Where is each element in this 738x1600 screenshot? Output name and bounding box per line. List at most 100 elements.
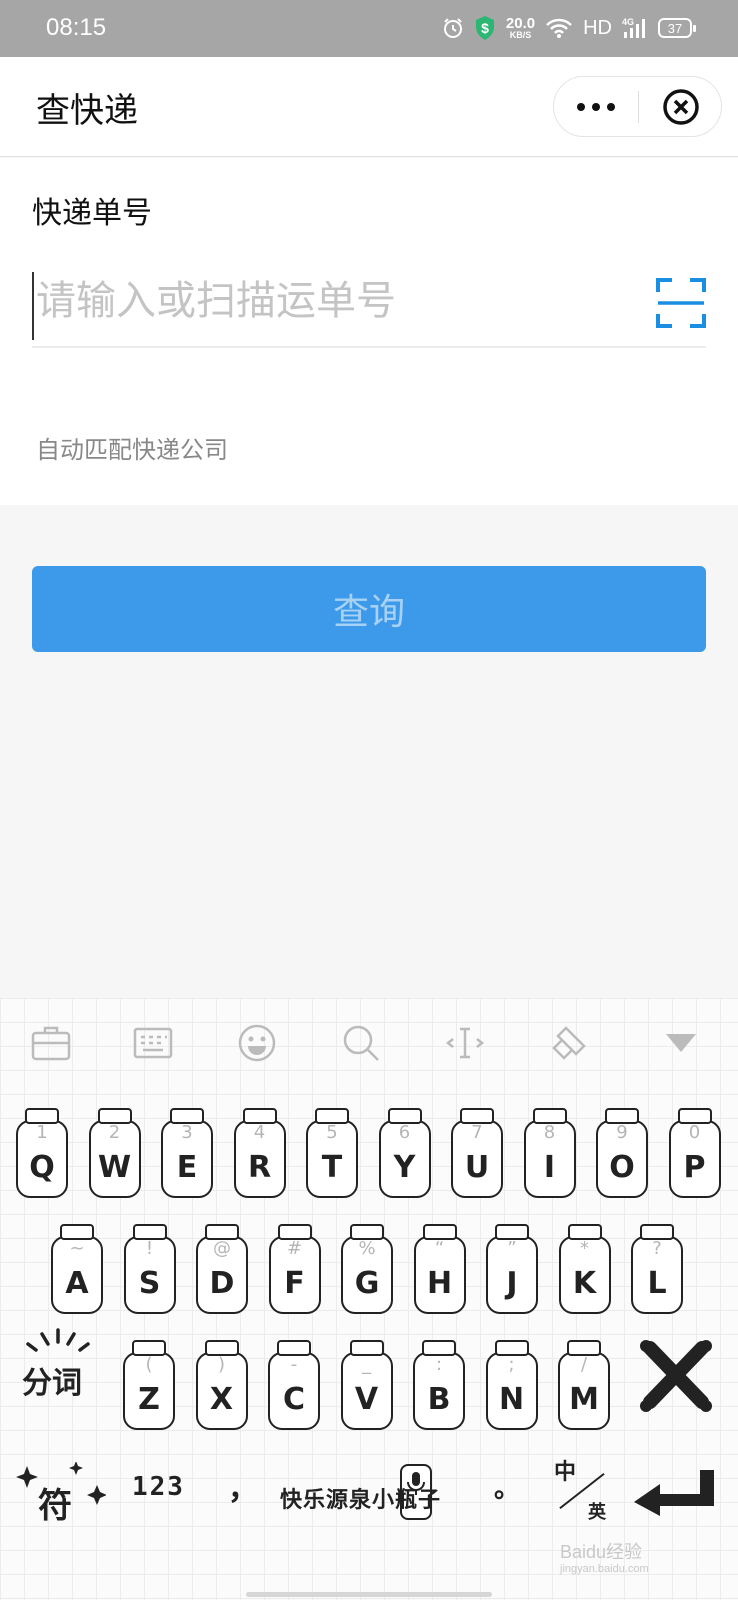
key-s[interactable]: ! S	[123, 1224, 176, 1314]
key-letter: E	[176, 1150, 198, 1185]
key-l[interactable]: ? L	[631, 1224, 683, 1314]
key-c[interactable]: -C	[268, 1340, 320, 1430]
key-t[interactable]: 5T	[306, 1108, 358, 1198]
tracking-number-label: 快递单号	[32, 196, 152, 231]
key-secondary-symbol: 6	[398, 1122, 411, 1143]
key-g[interactable]: % G	[341, 1224, 393, 1314]
key-secondary-symbol: (	[145, 1354, 153, 1375]
key-secondary-symbol: -	[290, 1354, 298, 1375]
key-secondary-symbol: /	[580, 1354, 588, 1375]
key-f[interactable]: # F	[268, 1224, 321, 1314]
close-circle-icon	[663, 88, 699, 125]
triangle-down-icon	[666, 1034, 696, 1052]
search-icon	[343, 1025, 379, 1061]
more-button[interactable]	[554, 77, 638, 136]
comma-key[interactable]: ，	[228, 1464, 258, 1508]
status-bar: 08:15 $ 20.0 KB/S HD 4G 37	[0, 0, 738, 57]
key-j[interactable]: ” J	[486, 1224, 538, 1314]
key-letter: T	[321, 1150, 343, 1185]
battery-indicator: 37	[658, 18, 696, 38]
tracking-number-input[interactable]	[36, 258, 636, 344]
key-x[interactable]: ) X	[195, 1340, 248, 1430]
cursor-icon	[445, 1027, 485, 1059]
period-key[interactable]: 。	[494, 1468, 520, 1505]
space-key[interactable]: 快乐源泉小瓶子	[276, 1458, 456, 1534]
net-speed: 20.0 KB/S	[505, 15, 536, 40]
key-secondary-symbol: “	[434, 1238, 445, 1259]
key-u[interactable]: 7U	[451, 1108, 503, 1198]
close-button[interactable]	[639, 77, 723, 136]
text-caret	[32, 272, 34, 340]
enter-key[interactable]	[630, 1464, 720, 1518]
key-k[interactable]: * K	[558, 1224, 611, 1314]
cursor-move-button[interactable]	[440, 1018, 490, 1068]
page-title: 查快递	[36, 91, 138, 131]
key-b[interactable]: :B	[413, 1340, 465, 1430]
keyboard-icon	[133, 1027, 173, 1059]
key-i[interactable]: 8I	[523, 1108, 576, 1198]
scan-button[interactable]	[656, 278, 706, 328]
key-secondary-symbol: *	[580, 1238, 589, 1259]
symbols-label: 符	[38, 1486, 72, 1526]
language-switch-key[interactable]: 中 英	[548, 1448, 618, 1538]
key-letter: O	[609, 1150, 635, 1185]
soft-keyboard: 1Q2W3E4R5T6Y7U8I9O0P ~ A! S @ D # F% G “H” J * K? L …	[0, 998, 738, 1600]
clock: 08:15	[46, 14, 107, 41]
key-e[interactable]: 3E	[161, 1108, 213, 1198]
key-secondary-symbol: 7	[471, 1122, 483, 1143]
key-letter: Y	[393, 1150, 416, 1185]
key-q[interactable]: 1Q	[16, 1108, 68, 1198]
toolbox-button[interactable]	[26, 1018, 76, 1068]
hide-keyboard-button[interactable]	[656, 1018, 706, 1068]
auto-match-hint: 自动匹配快递公司	[36, 436, 228, 464]
hd-indicator: HD	[583, 16, 612, 39]
key-letter: W	[97, 1150, 132, 1185]
key-secondary-symbol: 1	[36, 1122, 48, 1143]
key-secondary-symbol: @	[213, 1238, 231, 1259]
numbers-key[interactable]: 123	[132, 1472, 185, 1502]
search-button[interactable]	[336, 1018, 386, 1068]
query-button[interactable]: 查询	[32, 566, 706, 652]
smiley-icon	[238, 1024, 276, 1062]
key-letter: R	[247, 1150, 272, 1185]
key-m[interactable]: / M	[558, 1340, 610, 1430]
key-letter: V	[354, 1382, 379, 1417]
keyboard-layout-button[interactable]	[128, 1018, 178, 1068]
key-secondary-symbol: #	[286, 1238, 303, 1259]
key-letter: N	[498, 1382, 525, 1417]
key-r[interactable]: 4R	[233, 1108, 286, 1198]
svg-text:$: $	[481, 20, 489, 36]
key-letter: I	[543, 1150, 556, 1185]
key-letter: M	[569, 1382, 599, 1417]
key-n[interactable]: ; N	[485, 1340, 538, 1430]
key-letter: Z	[138, 1382, 160, 1417]
key-d[interactable]: @ D	[196, 1224, 248, 1314]
key-a[interactable]: ~ A	[51, 1224, 103, 1314]
space-key-label: 快乐源泉小瓶子	[280, 1488, 442, 1513]
security-shield-icon: $	[474, 14, 496, 42]
key-y[interactable]: 6Y	[378, 1108, 431, 1198]
emoji-button[interactable]	[232, 1018, 282, 1068]
segment-words-key[interactable]: 分词	[18, 1328, 98, 1408]
dot-icon	[592, 102, 600, 111]
key-secondary-symbol: ~	[69, 1238, 85, 1259]
key-secondary-symbol: 0	[688, 1122, 701, 1143]
symbols-key[interactable]: 符	[16, 1462, 106, 1532]
key-letter: L	[647, 1266, 667, 1301]
key-secondary-symbol: )	[217, 1354, 226, 1375]
key-z[interactable]: (Z	[123, 1340, 175, 1430]
key-o[interactable]: 9O	[596, 1108, 648, 1198]
key-h[interactable]: “H	[413, 1224, 466, 1314]
key-secondary-symbol: 3	[181, 1122, 193, 1143]
delete-key[interactable]	[636, 1338, 716, 1414]
brush-icon	[552, 1026, 586, 1060]
svg-text:4G: 4G	[622, 17, 634, 27]
key-v[interactable]: _ V	[340, 1340, 393, 1430]
key-p[interactable]: 0P	[668, 1108, 721, 1198]
key-secondary-symbol: :	[435, 1354, 443, 1375]
key-letter: F	[284, 1266, 305, 1301]
alarm-icon	[442, 14, 464, 42]
key-w[interactable]: 2W	[88, 1108, 141, 1198]
baidu-watermark: Baidu经验 jingyan.baidu.com	[560, 1542, 649, 1575]
theme-button[interactable]	[544, 1018, 594, 1068]
